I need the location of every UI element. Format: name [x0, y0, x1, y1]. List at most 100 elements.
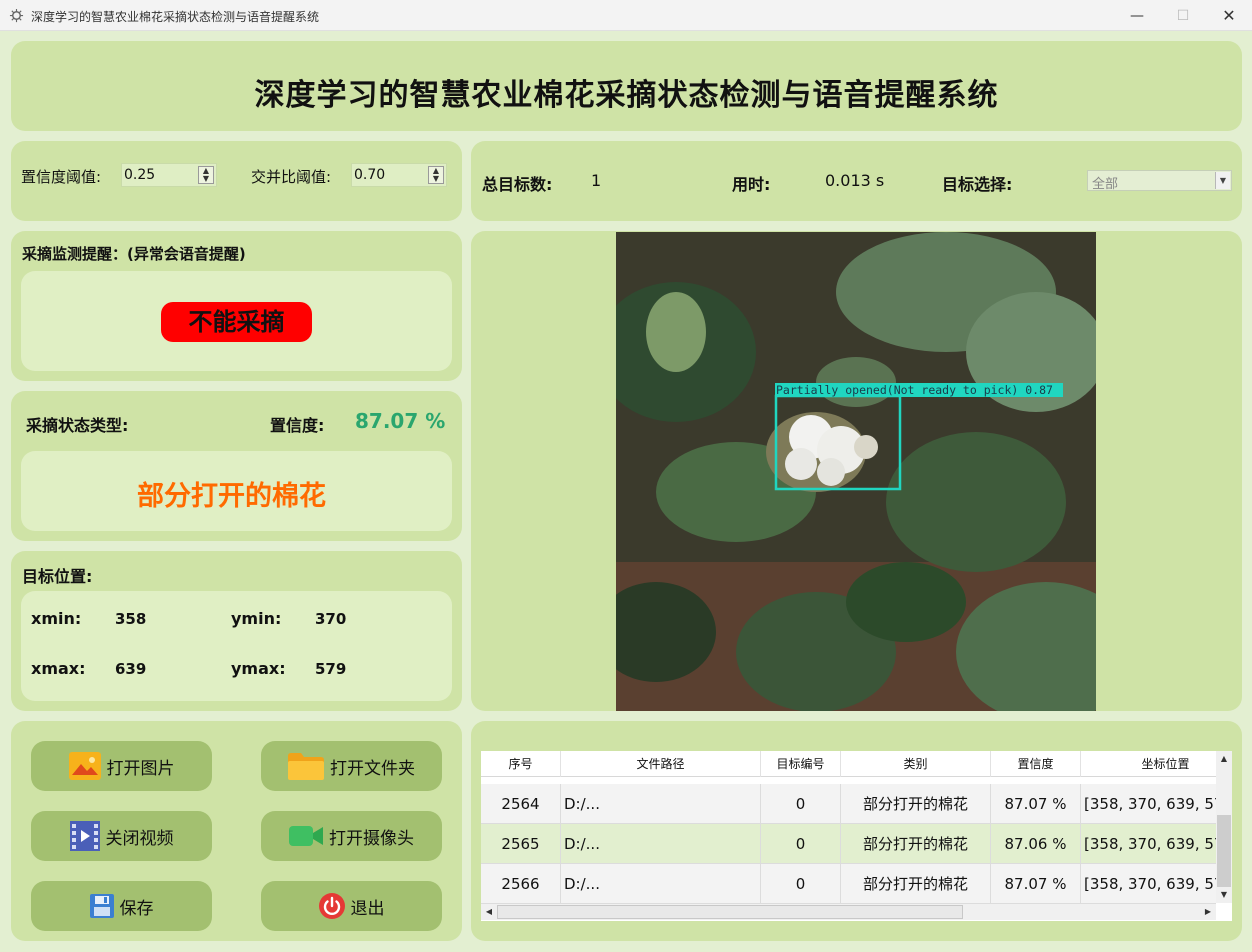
image-icon	[68, 752, 101, 780]
open-camera-button[interactable]: 打开摄像头	[261, 811, 442, 861]
window-titlebar: 深度学习的智慧农业棉花采摘状态检测与语音提醒系统 — ☐ ✕	[0, 0, 1252, 31]
cell-index: 2566	[481, 864, 561, 904]
iou-threshold-value: 0.70	[354, 167, 386, 183]
film-icon	[69, 821, 100, 851]
iou-threshold-label: 交并比阈值:	[251, 168, 332, 186]
save-label: 保存	[119, 898, 154, 919]
cell-confidence: 87.07 %	[991, 784, 1081, 824]
cell-coords: [358, 370, 639, 579]	[1081, 784, 1216, 824]
exit-label: 退出	[350, 898, 385, 919]
open-folder-button[interactable]: 打开文件夹	[261, 741, 442, 791]
open-camera-label: 打开摄像头	[329, 828, 414, 849]
cell-coords: [358, 370, 639, 579]	[1081, 864, 1216, 904]
spin-arrows-icon[interactable]: ▲ ▼	[198, 166, 214, 184]
position-heading: 目标位置:	[22, 567, 93, 586]
folder-icon	[288, 753, 324, 780]
cell-path: D:/...	[561, 824, 761, 864]
table-row[interactable]: 2566 D:/... 0 部分打开的棉花 87.07 % [358, 370,…	[481, 864, 1216, 904]
scroll-thumb[interactable]	[1217, 815, 1231, 887]
xmax-value: 639	[115, 660, 147, 678]
xmax-label: xmax:	[31, 659, 86, 678]
close-icon: ✕	[1222, 6, 1236, 25]
cell-target-id: 0	[761, 824, 841, 864]
scroll-thumb[interactable]	[497, 905, 963, 919]
confidence-label: 置信度:	[270, 416, 325, 435]
confidence-threshold-spinbox[interactable]: 0.25 ▲ ▼	[121, 163, 217, 187]
ymin-label: ymin:	[231, 609, 282, 628]
col-header-coords[interactable]: 坐标位置	[1081, 751, 1232, 777]
scroll-left-icon[interactable]: ◀	[481, 904, 497, 920]
target-select-label: 目标选择:	[942, 175, 1013, 194]
save-icon	[89, 894, 114, 918]
state-type-label: 采摘状态类型:	[26, 416, 129, 435]
open-image-label: 打开图片	[106, 758, 175, 779]
minimize-icon: —	[1130, 7, 1144, 24]
cell-class: 部分打开的棉花	[841, 784, 991, 824]
close-video-button[interactable]: 关闭视频	[31, 811, 212, 861]
target-select-value: 全部	[1092, 177, 1119, 192]
spin-arrows-icon[interactable]: ▲ ▼	[428, 166, 444, 184]
confidence-threshold-value: 0.25	[124, 167, 156, 183]
iou-threshold-spinbox[interactable]: 0.70 ▲ ▼	[351, 163, 447, 187]
target-select-dropdown[interactable]: 全部 ▼	[1087, 170, 1232, 192]
col-header-index[interactable]: 序号	[481, 751, 561, 777]
scroll-up-icon[interactable]: ▲	[1216, 751, 1232, 767]
horizontal-scrollbar[interactable]: ◀ ▶	[481, 904, 1216, 920]
ymax-label: ymax:	[231, 659, 286, 678]
class-name: 部分打开的棉花	[137, 481, 326, 512]
video-camera-icon	[289, 826, 323, 846]
cell-class: 部分打开的棉花	[841, 824, 991, 864]
col-header-confidence[interactable]: 置信度	[991, 751, 1081, 777]
open-image-button[interactable]: 打开图片	[31, 741, 212, 791]
detection-label: Partially opened(Not ready to pick) 0.87	[776, 383, 1053, 397]
cell-path: D:/...	[561, 784, 761, 824]
cell-path: D:/...	[561, 864, 761, 904]
app-icon	[9, 8, 24, 23]
col-header-class[interactable]: 类别	[841, 751, 991, 777]
power-icon	[318, 893, 345, 919]
alert-heading: 采摘监测提醒：(异常会语音提醒)	[22, 245, 246, 263]
cell-index: 2565	[481, 824, 561, 864]
table-row[interactable]: 2565 D:/... 0 部分打开的棉花 87.06 % [358, 370,…	[481, 824, 1216, 864]
time-value: 0.013 s	[825, 171, 885, 190]
table-row[interactable]: 2564 D:/... 0 部分打开的棉花 87.07 % [358, 370,…	[481, 784, 1216, 824]
confidence-value: 87.07 %	[355, 409, 446, 433]
vertical-scrollbar[interactable]: ▲ ▼	[1216, 751, 1232, 903]
scroll-down-icon[interactable]: ▼	[1216, 887, 1232, 903]
position-box	[21, 591, 452, 701]
total-targets-label: 总目标数:	[482, 175, 553, 194]
cell-confidence: 87.06 %	[991, 824, 1081, 864]
col-header-path[interactable]: 文件路径	[561, 751, 761, 777]
window-title: 深度学习的智慧农业棉花采摘状态检测与语音提醒系统	[31, 10, 320, 24]
save-button[interactable]: 保存	[31, 881, 212, 931]
minimize-button[interactable]: —	[1114, 0, 1160, 31]
close-video-label: 关闭视频	[105, 828, 174, 849]
ymin-value: 370	[315, 610, 347, 628]
ymax-value: 579	[315, 660, 347, 678]
page-title: 深度学习的智慧农业棉花采摘状态检测与语音提醒系统	[254, 78, 999, 113]
header-panel: 深度学习的智慧农业棉花采摘状态检测与语音提醒系统	[11, 41, 1242, 131]
xmin-label: xmin:	[31, 609, 82, 628]
exit-button[interactable]: 退出	[261, 881, 442, 931]
open-folder-label: 打开文件夹	[330, 758, 415, 779]
cotton-field-photo	[616, 232, 1096, 711]
cell-index: 2564	[481, 784, 561, 824]
close-window-button[interactable]: ✕	[1206, 0, 1252, 31]
chevron-down-icon[interactable]: ▼	[1215, 172, 1230, 189]
xmin-value: 358	[115, 610, 147, 628]
detection-image: Partially opened(Not ready to pick) 0.87	[616, 232, 1096, 711]
time-label: 用时:	[732, 175, 771, 194]
table-header: 序号 文件路径 目标编号 类别 置信度 坐标位置	[481, 751, 1216, 777]
total-targets-value: 1	[591, 171, 602, 190]
cell-class: 部分打开的棉花	[841, 864, 991, 904]
cell-target-id: 0	[761, 784, 841, 824]
cell-target-id: 0	[761, 864, 841, 904]
col-header-target-id[interactable]: 目标编号	[761, 751, 841, 777]
results-table[interactable]: 序号 文件路径 目标编号 类别 置信度 坐标位置 2564 D:/... 0 部…	[481, 751, 1232, 921]
maximize-button[interactable]: ☐	[1160, 0, 1206, 31]
cell-confidence: 87.07 %	[991, 864, 1081, 904]
scroll-right-icon[interactable]: ▶	[1200, 904, 1216, 920]
cell-coords: [358, 370, 639, 579]	[1081, 824, 1216, 864]
maximize-icon: ☐	[1176, 7, 1190, 24]
pick-status-badge: 不能采摘	[161, 302, 312, 342]
